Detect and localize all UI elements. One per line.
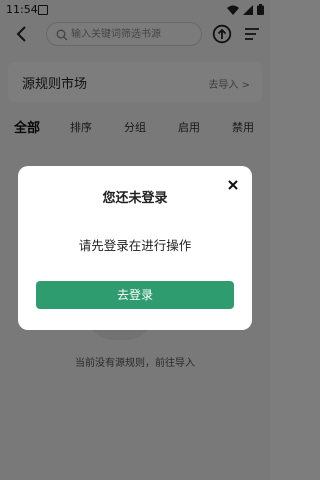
close-icon[interactable] — [226, 178, 240, 192]
dialog-title: 您还未登录 — [102, 191, 168, 206]
login-button[interactable]: 去登录 — [36, 281, 234, 309]
dialog-message: 请先登录在进行操作 — [78, 238, 192, 253]
login-required-dialog: 您还未登录 请先登录在进行操作 去登录 — [18, 166, 252, 330]
